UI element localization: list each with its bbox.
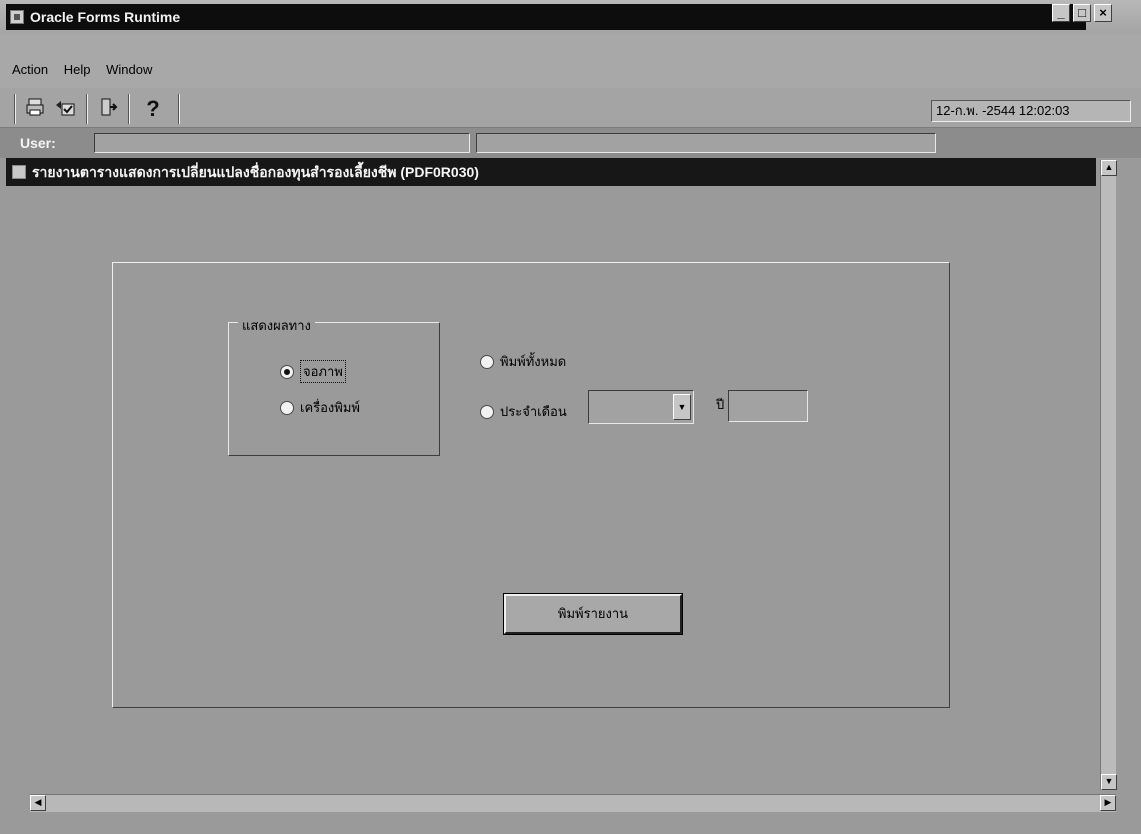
help-icon[interactable]: ? <box>140 97 166 121</box>
radio-monthly-dot[interactable] <box>480 404 494 419</box>
chevron-down-icon[interactable]: ▼ <box>673 394 691 420</box>
status-field <box>476 133 936 153</box>
oracle-forms-app-icon <box>10 10 24 24</box>
radio-printer-dot[interactable] <box>280 400 294 415</box>
radio-screen[interactable]: จอภาพ <box>280 360 346 383</box>
user-row: User: <box>0 128 1141 158</box>
radio-print-all[interactable]: พิมพ์ทั้งหมด <box>480 351 566 372</box>
close-button[interactable]: × <box>1094 4 1112 22</box>
restore-button[interactable]: □ <box>1073 4 1091 22</box>
user-label: User: <box>20 135 56 151</box>
window-titlebar: Oracle Forms Runtime _ □ × <box>0 0 1141 34</box>
datetime-display: 12-ก.พ. -2544 12:02:03 <box>931 100 1131 122</box>
toolbar-separator <box>178 94 180 124</box>
form-window-icon <box>12 165 26 179</box>
exit-icon[interactable] <box>96 97 122 121</box>
print-setup-icon[interactable] <box>52 97 78 121</box>
window-title: Oracle Forms Runtime <box>30 9 181 25</box>
month-select[interactable]: ▼ <box>588 390 694 424</box>
form-title-bar: รายงานตารางแสดงการเปลี่ยนแปลงชื่อกองทุนส… <box>6 158 1096 186</box>
radio-print-all-label: พิมพ์ทั้งหมด <box>500 354 567 369</box>
menu-action[interactable]: Action <box>12 62 48 77</box>
menu: Action Help Window <box>12 62 164 77</box>
menu-window[interactable]: Window <box>106 62 152 77</box>
toolbar: ? 12-ก.พ. -2544 12:02:03 <box>0 88 1141 128</box>
minimize-button[interactable]: _ <box>1052 4 1070 22</box>
output-group-label: แสดงผลทาง <box>238 315 315 336</box>
form-title: รายงานตารางแสดงการเปลี่ยนแปลงชื่อกองทุนส… <box>32 164 479 180</box>
menu-help[interactable]: Help <box>64 62 91 77</box>
radio-monthly-label: ประจำเดือน <box>500 404 567 419</box>
year-input[interactable] <box>728 390 808 422</box>
radio-printer-label: เครื่องพิมพ์ <box>300 400 360 415</box>
year-label: ปี <box>716 397 725 412</box>
radio-screen-dot[interactable] <box>280 364 294 379</box>
scroll-left-icon[interactable]: ◀ <box>30 795 46 811</box>
toolbar-separator <box>86 94 88 124</box>
scroll-right-icon[interactable]: ▶ <box>1100 795 1116 811</box>
print-report-button[interactable]: พิมพ์รายงาน <box>504 594 682 634</box>
radio-print-all-dot[interactable] <box>480 354 494 369</box>
print-icon[interactable] <box>22 97 48 121</box>
output-groupbox <box>228 322 440 456</box>
scroll-up-icon[interactable]: ▲ <box>1101 160 1117 176</box>
radio-screen-label: จอภาพ <box>300 360 346 383</box>
toolbar-separator <box>14 94 16 124</box>
menu-bar: Action Help Window <box>0 34 1141 88</box>
user-field[interactable] <box>94 133 470 153</box>
radio-printer[interactable]: เครื่องพิมพ์ <box>280 397 360 418</box>
scroll-down-icon[interactable]: ▼ <box>1101 774 1117 790</box>
window-title-bar: Oracle Forms Runtime <box>6 4 1086 30</box>
vertical-scrollbar[interactable]: ▲ ▼ <box>1100 160 1117 790</box>
toolbar-separator <box>128 94 130 124</box>
radio-monthly[interactable]: ประจำเดือน <box>480 401 567 422</box>
horizontal-scrollbar[interactable]: ◀ ▶ <box>30 794 1116 812</box>
